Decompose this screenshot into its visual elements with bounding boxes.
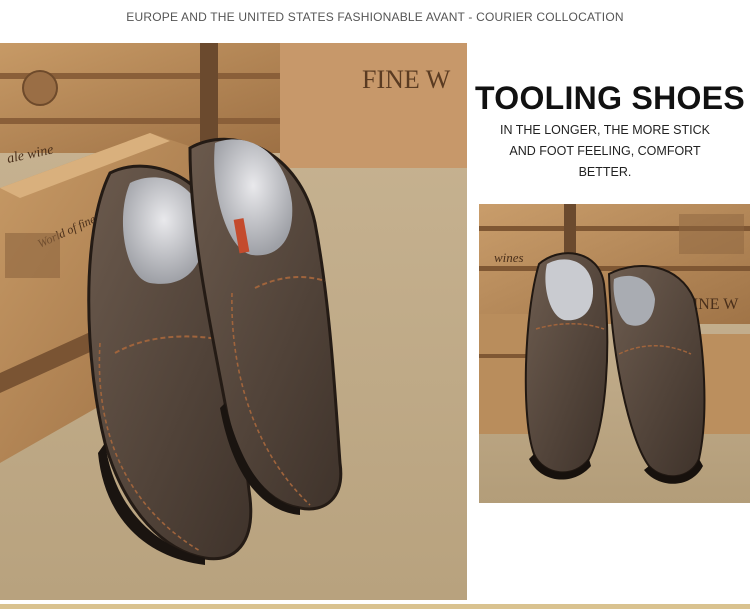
- description-line: AND FOOT FEELING, COMFORT: [509, 144, 701, 158]
- main-product-photo: FINE W ale wine World of fine wine: [0, 43, 467, 600]
- description-line: BETTER.: [578, 165, 632, 179]
- feature-title: TOOLING SHOES: [474, 80, 745, 116]
- crate-script: wines: [494, 250, 524, 265]
- bottom-accent-bar: [0, 604, 750, 609]
- crate-label: FINE W: [362, 65, 451, 94]
- side-product-photo: wines FINE W: [479, 204, 750, 503]
- feature-description: IN THE LONGER, THE MORE STICK AND FOOT F…: [490, 120, 720, 183]
- description-line: IN THE LONGER, THE MORE STICK: [500, 123, 710, 137]
- header-tagline: EUROPE AND THE UNITED STATES FASHIONABLE…: [126, 10, 624, 24]
